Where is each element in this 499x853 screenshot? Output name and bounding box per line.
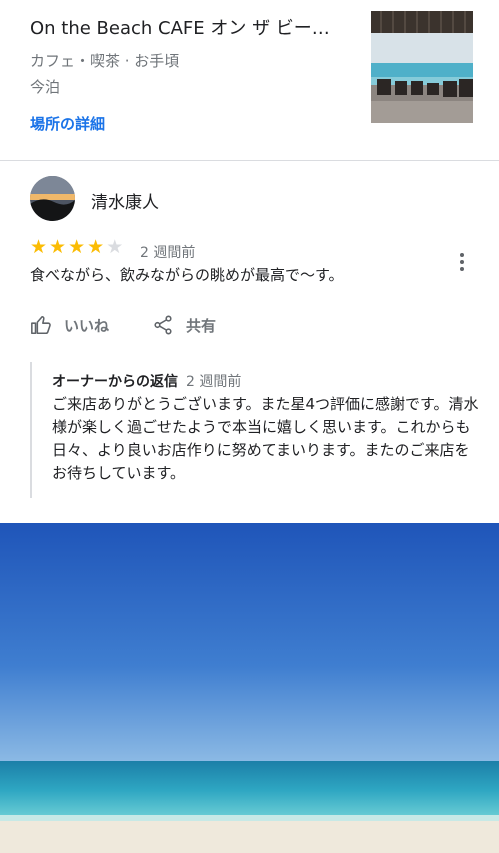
star-icon: ★ [49, 236, 67, 258]
review-photo[interactable] [0, 523, 499, 853]
star-rating: ★ ★ ★ ★ ★ [30, 238, 123, 257]
share-button[interactable]: 共有 [152, 314, 216, 336]
avatar-image [30, 176, 75, 221]
share-icon [154, 315, 172, 335]
like-label: いいね [64, 316, 110, 335]
review-text: 食べながら、飲みながらの眺めが最高で〜す。 [30, 266, 344, 284]
star-empty-icon: ★ [106, 236, 124, 258]
place-thumbnail[interactable] [371, 11, 473, 123]
review-date: 2 週間前 [140, 245, 196, 261]
owner-reply-date: 2 週間前 [186, 374, 242, 390]
star-icon: ★ [68, 236, 86, 258]
place-header: On the Beach CAFE オン ザ ビー… カフェ・喫茶 · お手頃 … [0, 0, 499, 160]
owner-reply-bar [30, 362, 32, 498]
avatar[interactable] [30, 176, 75, 221]
place-location: 今泊 [30, 78, 61, 96]
like-button[interactable]: いいね [30, 314, 109, 336]
beach-photo-image [0, 523, 499, 853]
share-label: 共有 [186, 316, 217, 335]
owner-reply-title: オーナーからの返信 [52, 374, 178, 390]
owner-reply-header: オーナーからの返信 2 週間前 [52, 371, 241, 391]
star-icon: ★ [30, 236, 48, 258]
thumbs-up-icon [31, 315, 51, 335]
place-category: カフェ・喫茶 · お手頃 [30, 52, 180, 70]
place-name[interactable]: On the Beach CAFE オン ザ ビー… [30, 14, 340, 40]
more-options-icon[interactable] [450, 250, 474, 274]
cafe-photo-image [371, 11, 473, 123]
place-details-link[interactable]: 場所の詳細 [30, 113, 105, 134]
section-divider [0, 160, 499, 161]
owner-reply-text: ご来店ありがとうございます。また星4つ評価に感謝です。清水様が楽しく過ごせたよう… [52, 395, 479, 482]
review-author[interactable]: 清水康人 [91, 188, 159, 213]
star-icon: ★ [87, 236, 105, 258]
